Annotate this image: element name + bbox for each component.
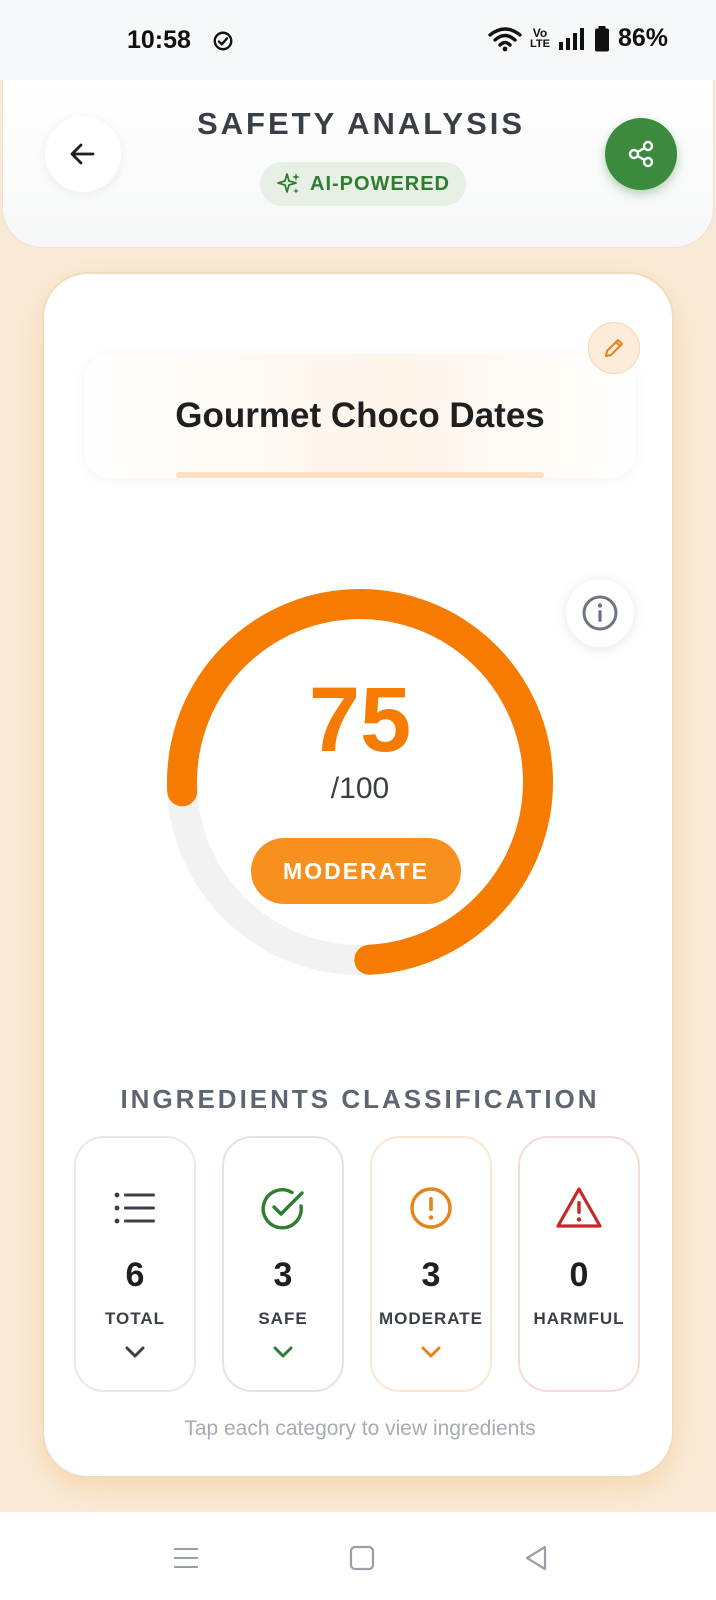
harmful-count: 0 (569, 1256, 589, 1294)
analysis-card: Gourmet Choco Dates 75 /100 MODERATE ING… (42, 272, 674, 1478)
battery-percent: 86% (617, 24, 668, 52)
menu-lines-icon (174, 1548, 198, 1568)
info-button[interactable] (566, 579, 634, 647)
safe-label: SAFE (258, 1309, 308, 1328)
pencil-icon (605, 339, 623, 357)
share-icon (628, 140, 654, 168)
total-label: TOTAL (104, 1309, 166, 1328)
edit-name-button[interactable] (588, 322, 640, 374)
ai-powered-badge: AI-POWERED (260, 162, 466, 206)
product-name-box: Gourmet Choco Dates (84, 354, 636, 478)
home-button[interactable] (346, 1542, 378, 1574)
status-bar: 10:58 Vo LTE 86% (0, 0, 716, 80)
battery-icon (594, 25, 609, 51)
check-circle-icon (261, 1188, 304, 1230)
chevron-down-icon (125, 1346, 145, 1358)
back-triangle-icon (525, 1545, 547, 1571)
home-square-icon (349, 1545, 375, 1571)
moderate-count: 3 (421, 1256, 441, 1294)
rating-badge: MODERATE (251, 838, 461, 904)
chevron-down-icon (421, 1346, 441, 1358)
signal-icon (558, 27, 584, 50)
category-tile-harmful[interactable]: 0 HARMFUL (518, 1136, 640, 1392)
alert-circle-icon (410, 1187, 452, 1229)
product-name: Gourmet Choco Dates (175, 396, 545, 435)
score-max: /100 (330, 772, 390, 805)
wifi-icon (488, 26, 522, 51)
safe-count: 3 (273, 1256, 293, 1294)
product-underline (176, 472, 544, 478)
moderate-label: MODERATE (378, 1309, 483, 1328)
classification-title: INGREDIENTS CLASSIFICATION (120, 1084, 600, 1114)
category-tile-safe[interactable]: 3 SAFE (222, 1136, 344, 1392)
ai-badge-label: AI-POWERED (310, 172, 450, 195)
harmful-label: HARMFUL (533, 1309, 625, 1328)
status-icons: Vo LTE 86% (488, 24, 668, 53)
chevron-down-icon (273, 1346, 293, 1358)
category-hint: Tap each category to view ingredients (184, 1417, 536, 1440)
sparkle-icon (277, 173, 300, 194)
total-count: 6 (125, 1256, 145, 1294)
info-icon (582, 595, 618, 631)
back-nav-button[interactable] (520, 1542, 552, 1574)
app-header: SAFETY ANALYSIS AI-POWERED (2, 80, 714, 248)
recent-apps-button[interactable] (170, 1542, 202, 1574)
score-value: 75 (308, 669, 412, 771)
share-button[interactable] (605, 118, 677, 190)
sync-check-icon (213, 31, 233, 51)
status-time: 10:58 (127, 26, 191, 54)
warning-triangle-icon (556, 1187, 602, 1228)
arrow-left-icon (70, 143, 95, 165)
system-nav-bar (0, 1512, 716, 1600)
category-tile-total[interactable]: 6 TOTAL (74, 1136, 196, 1392)
list-icon (114, 1192, 155, 1224)
category-tile-moderate[interactable]: 3 MODERATE (370, 1136, 492, 1392)
volte-icon: Vo LTE (529, 26, 550, 50)
rating-label: MODERATE (283, 857, 429, 884)
